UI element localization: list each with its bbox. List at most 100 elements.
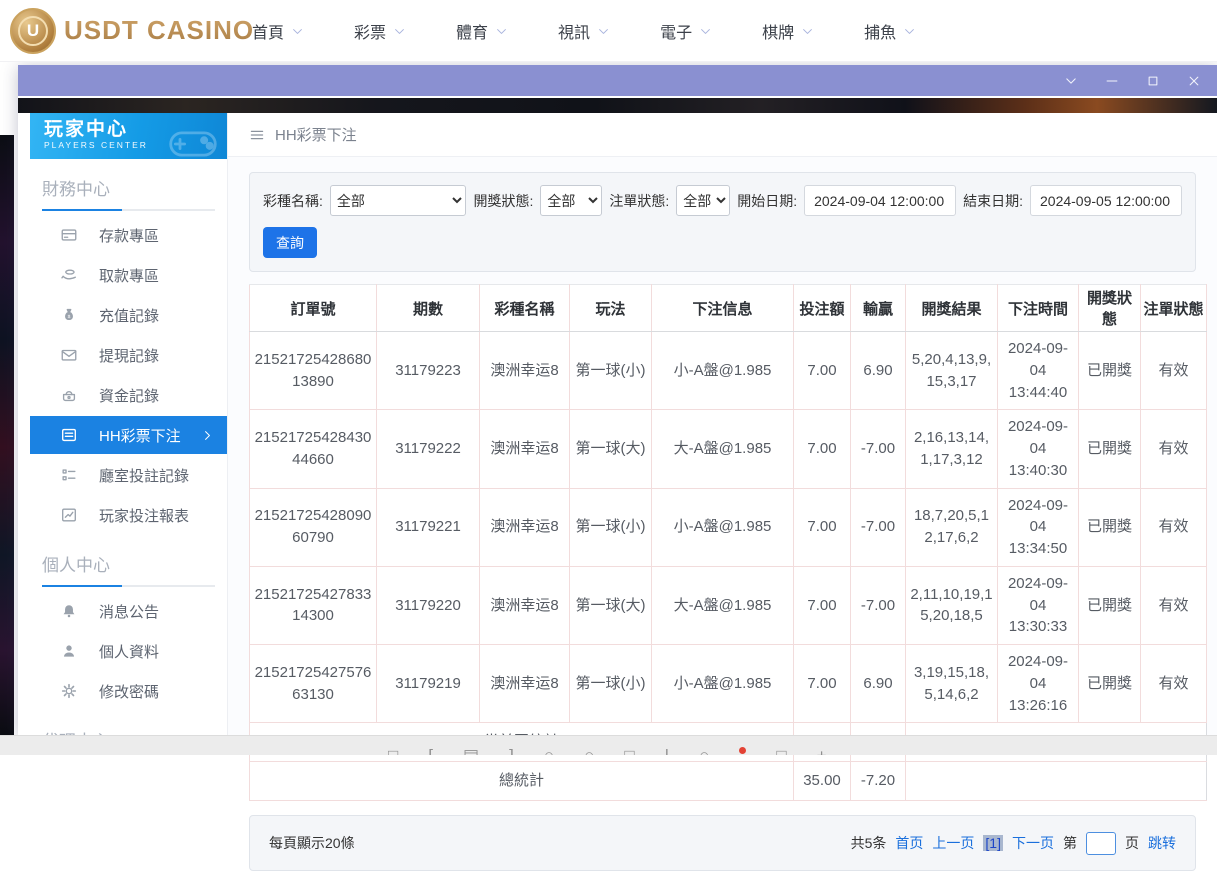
first-page-link[interactable]: 首页: [895, 833, 923, 853]
circle-icon: ○: [544, 747, 554, 755]
table-header-cell: 開獎狀態: [1079, 285, 1141, 332]
table-cell: 2024-09-04 13:44:40: [998, 332, 1079, 410]
page-jump-input[interactable]: [1086, 832, 1116, 855]
order-status-select[interactable]: 全部: [676, 185, 730, 216]
table-cell: 2024-09-04 13:26:16: [998, 645, 1079, 723]
table-cell: 31179219: [377, 645, 480, 723]
lottery-name-select[interactable]: 全部: [330, 185, 467, 216]
chevron-down-icon: [801, 25, 814, 38]
sidebar-item-funds-record[interactable]: 資金記錄: [30, 375, 227, 415]
person-icon: [60, 642, 78, 660]
summary-win-loss: -7.20: [851, 762, 906, 801]
table-header-cell: 玩法: [570, 285, 652, 332]
sidebar-item-profile[interactable]: 個人資料: [30, 631, 227, 671]
window-close-icon[interactable]: [1187, 74, 1201, 88]
sidebar-item-withdraw-area[interactable]: 取款專區: [30, 255, 227, 295]
sidebar-section-title-personal: 個人中心: [42, 551, 227, 576]
svg-text:$: $: [68, 314, 71, 320]
end-date-input[interactable]: [1030, 185, 1182, 216]
table-cell: 2152172542809060790: [250, 488, 377, 566]
table-cell: 第一球(大): [570, 566, 652, 644]
lottery-name-label: 彩種名稱:: [263, 191, 323, 211]
envelope-icon: [60, 346, 78, 364]
window-collapse-icon[interactable]: [1064, 74, 1078, 88]
sidebar-sections: 財務中心存款專區取款專區 $ 充值記錄提現記錄資金記錄HH彩票下注廳室投註記錄玩家投…: [30, 175, 227, 735]
chevron-down-icon: [291, 25, 304, 38]
table-cell: 2024-09-04 13:30:33: [998, 566, 1079, 644]
table-cell: 澳洲幸运8: [480, 410, 570, 488]
nav-item-video[interactable]: 視訊: [558, 19, 610, 43]
logo-text: USDT CASINO: [64, 15, 254, 46]
table-cell: 已開獎: [1079, 488, 1141, 566]
pagination-bar: 每頁顯示20條 共5条 首页 上一页 [1] 下一页 第 页 跳转: [249, 815, 1196, 871]
table-cell: 2024-09-04 13:34:50: [998, 488, 1079, 566]
nav-item-slots[interactable]: 電子: [660, 19, 712, 43]
table-cell: 31179220: [377, 566, 480, 644]
table-header-cell: 彩種名稱: [480, 285, 570, 332]
sidebar-item-room-bet-record[interactable]: 廳室投註記錄: [30, 455, 227, 495]
nav-item-chess[interactable]: 棋牌: [762, 19, 814, 43]
window-icon: □: [624, 747, 634, 755]
document-icon: ▤: [463, 747, 479, 755]
table-row: 215217254275766313031179219澳洲幸运8第一球(小)小-…: [250, 645, 1207, 723]
table-header-cell: 注單狀態: [1141, 285, 1207, 332]
bracket-left-icon: [: [428, 747, 433, 755]
table-header-cell: 下注信息: [652, 285, 794, 332]
table-cell: 有效: [1141, 332, 1207, 410]
nav-item-sports[interactable]: 體育: [456, 19, 508, 43]
nav-item-label: 彩票: [354, 19, 386, 43]
jump-button[interactable]: 跳转: [1148, 833, 1176, 853]
sidebar-item-player-bet-report[interactable]: 玩家投注報表: [30, 495, 227, 535]
prev-page-link[interactable]: 上一页: [932, 833, 974, 853]
window-maximize-icon[interactable]: [1146, 74, 1160, 88]
sidebar-item-hh-lottery-bets[interactable]: HH彩票下注: [30, 416, 227, 454]
window-minimize-icon[interactable]: [1105, 74, 1119, 88]
table-cell: 7.00: [794, 332, 851, 410]
table-cell: 2,11,10,19,15,20,18,5: [906, 566, 998, 644]
bets-table: 訂單號期數彩種名稱玩法下注信息投注額輸贏開獎結果下注時間開獎狀態注單狀態2152…: [249, 284, 1207, 801]
nav-item-home[interactable]: 首頁: [252, 19, 304, 43]
jump-prefix-label: 第: [1063, 833, 1077, 853]
table-cell: -7.00: [851, 410, 906, 488]
table-cell: 7.00: [794, 645, 851, 723]
site-logo[interactable]: U USDT CASINO: [10, 8, 254, 54]
nav-item-fishing[interactable]: 捕魚: [864, 19, 916, 43]
next-page-link[interactable]: 下一页: [1012, 833, 1054, 853]
sidebar-item-label: 修改密碼: [99, 681, 159, 702]
section-underline: [42, 209, 215, 211]
table-cell: 2024-09-04 13:40:30: [998, 410, 1079, 488]
sidebar-item-label: 消息公告: [99, 601, 159, 622]
table-cell: 有效: [1141, 410, 1207, 488]
table-cell: 7.00: [794, 410, 851, 488]
table-cell: 2,16,13,14,1,17,3,12: [906, 410, 998, 488]
sidebar-item-change-password[interactable]: 修改密碼: [30, 671, 227, 711]
table-header-cell: 開獎結果: [906, 285, 998, 332]
sidebar-item-label: 存款專區: [99, 225, 159, 246]
table-cell: 大-A盤@1.985: [652, 410, 794, 488]
query-button[interactable]: 查詢: [263, 227, 317, 258]
divider-icon: |: [665, 747, 669, 755]
sidebar-item-messages[interactable]: 消息公告: [30, 591, 227, 631]
table-header-cell: 訂單號: [250, 285, 377, 332]
start-date-input[interactable]: [804, 185, 956, 216]
sidebar-item-deposit-area[interactable]: 存款專區: [30, 215, 227, 255]
table-header-cell: 輸贏: [851, 285, 906, 332]
draw-status-select[interactable]: 全部: [540, 185, 602, 216]
table-cell: 大-A盤@1.985: [652, 566, 794, 644]
bottom-toolbar-icons: □[▤]○○□|○□+: [388, 747, 827, 755]
sidebar-item-withdraw-record[interactable]: 提現記錄: [30, 335, 227, 375]
sidebar-item-label: 充值記錄: [99, 305, 159, 326]
table-cell: 澳洲幸运8: [480, 488, 570, 566]
table-cell: 第一球(大): [570, 410, 652, 488]
table-cell: 有效: [1141, 645, 1207, 723]
sidebar-item-recharge-record[interactable]: $ 充值記錄: [30, 295, 227, 335]
hamburger-icon[interactable]: [249, 127, 265, 143]
table-cell: 有效: [1141, 566, 1207, 644]
nav-item-lottery[interactable]: 彩票: [354, 19, 406, 43]
chevron-down-icon: [903, 25, 916, 38]
sidebar-section-title-finance: 財務中心: [42, 175, 227, 200]
table-header-cell: 投注額: [794, 285, 851, 332]
bracket-right-icon: ]: [509, 747, 514, 755]
gamepad-icon: [167, 118, 219, 154]
table-cell: 有效: [1141, 488, 1207, 566]
